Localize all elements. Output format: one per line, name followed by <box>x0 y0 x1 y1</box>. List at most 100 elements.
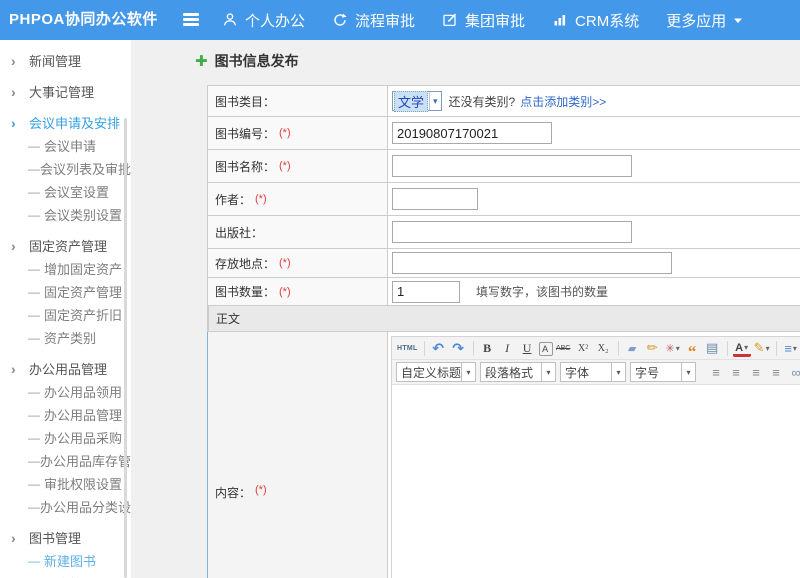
sidebar-item-supplies-manage[interactable]: — 办公用品管理 <box>0 403 131 426</box>
sidebar-group-milestones[interactable]: › 大事记管理 <box>0 80 131 103</box>
sidebar-item-book-manage[interactable]: — 图书管理 <box>0 572 131 578</box>
sidebar-item-meeting-room-setup[interactable]: — 会议室设置 <box>0 180 131 203</box>
sidebar-item-supplies-inventory[interactable]: — 办公用品库存管理 <box>0 449 131 472</box>
custom-heading-select[interactable]: 自定义标题 ▾ <box>396 362 476 382</box>
blockquote-icon[interactable]: “ <box>684 339 702 357</box>
font-size-select[interactable]: 字号 ▾ <box>630 362 696 382</box>
ordered-list-icon[interactable]: ≡▾ <box>782 339 800 357</box>
category-select[interactable]: 文学 ▾ <box>392 91 442 111</box>
field-label-publisher: 出版社： <box>208 216 388 248</box>
sidebar-item-add-fixed-asset[interactable]: — 增加固定资产 <box>0 257 131 280</box>
eraser-icon[interactable]: ▰ <box>624 339 642 357</box>
item-label: 办公用品分类设置 <box>40 497 144 516</box>
toolbar-separator <box>424 341 425 356</box>
nav-personal-office[interactable]: 个人办公 <box>222 10 305 31</box>
font-color-icon[interactable]: A▾ <box>733 342 751 357</box>
item-label: 会议列表及审批 <box>40 159 131 178</box>
sidebar-scrollbar[interactable] <box>124 118 127 578</box>
quick-format-icon[interactable]: ✳▾ <box>664 339 682 357</box>
sidebar-item-new-book[interactable]: — 新建图书 <box>0 549 131 572</box>
subscript-icon[interactable]: X₂ <box>595 339 613 357</box>
field-label-content: 内容： (*) <box>208 332 388 578</box>
row-publisher: 出版社： <box>208 216 800 249</box>
item-prefix-icon: › <box>11 361 29 377</box>
item-prefix-icon: — <box>28 554 44 568</box>
item-prefix-icon: › <box>11 530 29 546</box>
undo-icon[interactable]: ↶ <box>430 339 448 357</box>
editor-content-area[interactable] <box>392 385 800 578</box>
top-navigation: 个人办公 流程审批 集团审批 CRM系统 更多应用 <box>222 0 743 40</box>
nav-more-apps[interactable]: 更多应用 <box>666 10 743 31</box>
sidebar-group-fixed-assets[interactable]: › 固定资产管理 <box>0 234 131 257</box>
add-category-link[interactable]: 点击添加类别>> <box>520 93 606 110</box>
bold-icon[interactable]: B <box>479 339 497 357</box>
font-family-select[interactable]: 字体 ▾ <box>560 362 626 382</box>
item-prefix-icon: › <box>11 53 29 69</box>
sidebar-item-asset-depreciation[interactable]: — 固定资产折旧 <box>0 303 131 326</box>
superscript-icon[interactable]: X² <box>575 339 593 357</box>
nav-crm-system[interactable]: CRM系统 <box>552 10 639 31</box>
item-prefix-icon: — <box>28 208 44 222</box>
nav-workflow-approval[interactable]: 流程审批 <box>332 10 415 31</box>
paragraph-format-select[interactable]: 段落格式 ▾ <box>480 362 556 382</box>
item-prefix-icon: › <box>11 115 29 131</box>
field-label-category: 图书类目： <box>208 86 388 116</box>
topbar: PHPOA协同办公软件 个人办公 流程审批 集团审批 CRM系统 <box>0 0 800 40</box>
field-label-book-no: 图书编号： (*) <box>208 117 388 149</box>
sidebar-item-supplies-purchase[interactable]: — 办公用品采购 <box>0 426 131 449</box>
item-prefix-icon: — <box>28 385 44 399</box>
strikethrough-icon[interactable]: ABC <box>555 339 573 357</box>
caret-down-icon: ▾ <box>461 363 475 381</box>
item-prefix-icon: — <box>28 185 44 199</box>
highlight-pen-icon[interactable]: ✎▾ <box>753 339 771 357</box>
quantity-input[interactable] <box>392 281 460 303</box>
sidebar-item-meeting-apply[interactable]: — 会议申请 <box>0 134 131 157</box>
row-content: 内容： (*) HTML ↶ ↷ <box>207 332 800 578</box>
book-form: 图书类目： 文学 ▾ 还没有类别? 点击添加类别>> 图书编号： (*) <box>207 85 800 578</box>
author-input[interactable] <box>392 188 478 210</box>
sidebar-group-news[interactable]: › 新闻管理 <box>0 49 131 72</box>
sidebar-group-office-supplies[interactable]: › 办公用品管理 <box>0 357 131 380</box>
item-prefix-icon: — <box>28 162 40 176</box>
item-label: 办公用品采购 <box>44 428 122 447</box>
align-justify-icon[interactable]: ≡ <box>767 363 785 381</box>
book-no-input[interactable] <box>392 122 552 144</box>
redo-icon[interactable]: ↷ <box>450 339 468 357</box>
link-icon[interactable]: ∞ <box>787 363 800 381</box>
format-brush-icon[interactable]: ✏ <box>644 339 662 357</box>
item-prefix-icon: — <box>28 331 44 345</box>
hamburger-menu-icon[interactable] <box>183 13 201 27</box>
publisher-input[interactable] <box>392 221 632 243</box>
row-quantity: 图书数量： (*) 填写数字，该图书的数量 <box>208 278 800 306</box>
item-label: 图书管理 <box>29 528 81 547</box>
italic-icon[interactable]: I <box>499 339 517 357</box>
caret-down-icon <box>733 17 743 24</box>
nav-group-approval[interactable]: 集团审批 <box>442 10 525 31</box>
sidebar-group-meetings[interactable]: › 会议申请及安排 <box>0 111 131 134</box>
sidebar-item-supplies-category[interactable]: — 办公用品分类设置 <box>0 495 131 518</box>
sidebar-item-fixed-asset-manage[interactable]: — 固定资产管理 <box>0 280 131 303</box>
field-label-author: 作者： (*) <box>208 183 388 215</box>
location-input[interactable] <box>392 252 672 274</box>
sidebar-item-meeting-list-approve[interactable]: — 会议列表及审批 <box>0 157 131 180</box>
item-prefix-icon: — <box>28 308 44 322</box>
underline-icon[interactable]: U <box>519 339 537 357</box>
align-center-icon[interactable]: ≡ <box>727 363 745 381</box>
category-note: 还没有类别? <box>449 93 516 110</box>
align-left-icon[interactable]: ≡ <box>707 363 725 381</box>
sidebar-item-meeting-category[interactable]: — 会议类别设置 <box>0 203 131 226</box>
sidebar-item-supplies-claim[interactable]: — 办公用品领用 <box>0 380 131 403</box>
align-right-icon[interactable]: ≡ <box>747 363 765 381</box>
sidebar-item-asset-category[interactable]: — 资产类别 <box>0 326 131 349</box>
body-section-header: 正文 <box>208 306 800 332</box>
caret-down-icon: ▾ <box>681 363 695 381</box>
item-label: 新闻管理 <box>29 51 81 70</box>
paste-plain-icon[interactable]: ▤ <box>704 339 722 357</box>
font-name-icon[interactable]: A <box>539 342 553 356</box>
toolbar-separator <box>776 341 777 356</box>
book-name-input[interactable] <box>392 155 632 177</box>
sidebar-item-approval-permission[interactable]: — 审批权限设置 <box>0 472 131 495</box>
sidebar-group-books[interactable]: › 图书管理 <box>0 526 131 549</box>
source-code-button[interactable]: HTML <box>397 339 419 357</box>
item-prefix-icon: — <box>28 500 40 514</box>
